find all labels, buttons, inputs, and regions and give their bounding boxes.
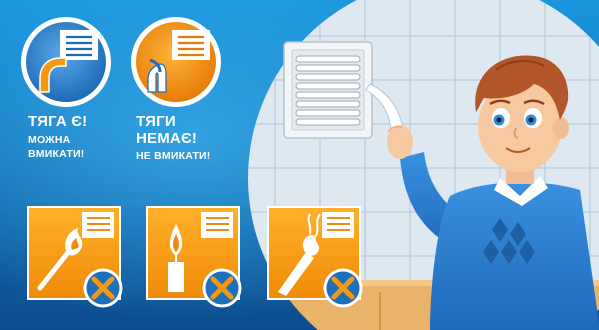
draft-none-headline-line2: НЕМАЄ! <box>136 130 198 147</box>
draft-none-instruction: НЕ ВМИКАТИ! <box>136 150 211 162</box>
draft-ok-headline: ТЯГА Є! <box>28 113 88 130</box>
draft-ok-badge <box>21 17 111 107</box>
prohibited-match-tile <box>27 206 123 308</box>
prohibited-candle-tile <box>146 206 242 308</box>
ventilation-safety-banner: ТЯГА Є! МОЖНА ВМИКАТИ! ТЯГИ НЕМАЄ! НЕ ВМ… <box>0 0 599 330</box>
draft-none-badge <box>131 17 221 107</box>
draft-none-label: ТЯГИ НЕМАЄ! НЕ ВМИКАТИ! <box>136 114 211 163</box>
prohibit-icon <box>202 268 242 308</box>
vent-grille <box>283 41 373 139</box>
prohibit-icon <box>323 268 363 308</box>
draft-ok-label: ТЯГА Є! МОЖНА ВМИКАТИ! <box>28 114 87 161</box>
prohibited-paper-torch-tile <box>267 206 363 308</box>
draft-ok-line2: ВМИКАТИ! <box>28 148 85 160</box>
prohibit-icon <box>83 268 123 308</box>
draft-ok-line1: МОЖНА <box>28 134 71 146</box>
banner-illustration <box>0 0 599 330</box>
draft-none-headline-line1: ТЯГИ <box>136 113 176 130</box>
